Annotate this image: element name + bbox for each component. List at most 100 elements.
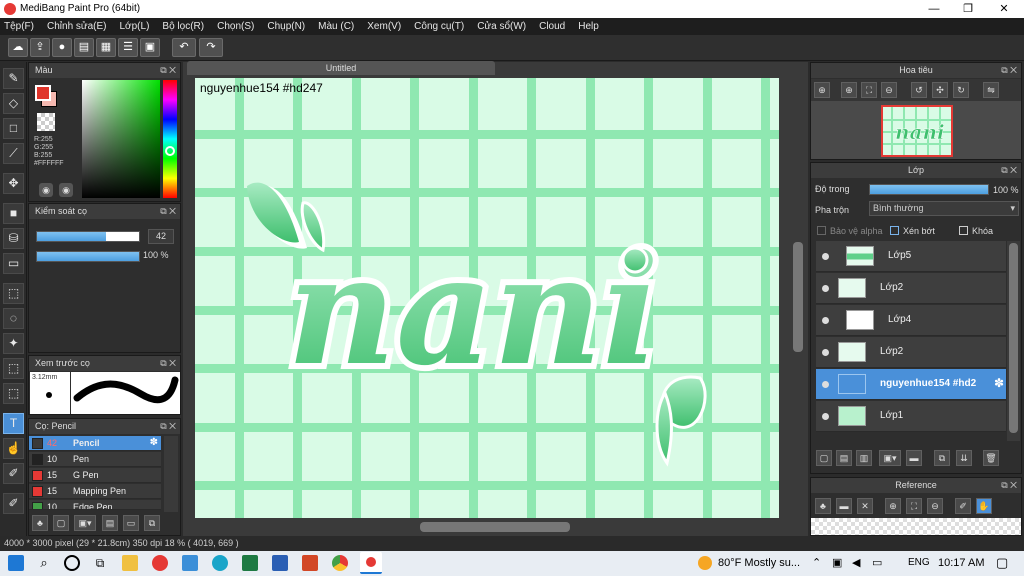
primary-color-swatch[interactable] <box>35 85 51 101</box>
saturation-value-picker[interactable] <box>82 80 160 198</box>
eye-icon[interactable] <box>822 285 829 292</box>
document-tab[interactable]: Untitled <box>187 61 495 75</box>
comment-icon[interactable]: ▤ <box>74 38 94 57</box>
canvas-vscroll-thumb[interactable] <box>793 242 803 352</box>
notification-icon[interactable]: ▢ <box>996 555 1008 571</box>
protect-alpha-checkbox[interactable] <box>817 226 826 235</box>
medibang-taskbar-icon[interactable] <box>360 552 382 574</box>
clipping-checkbox[interactable] <box>890 226 899 235</box>
zoom-in-icon[interactable]: ⊕ <box>814 82 830 98</box>
panel-close-icon[interactable]: ⧉ ✕ <box>1001 478 1017 493</box>
undo-icon[interactable]: ↶ <box>172 38 196 57</box>
menu-color[interactable]: Màu (C) <box>318 18 354 35</box>
chrome-icon[interactable] <box>332 555 348 571</box>
desktop-icon[interactable] <box>182 555 198 571</box>
language-indicator[interactable]: ENG <box>908 557 930 568</box>
brush-item-pen[interactable]: 10 Pen <box>29 452 161 467</box>
new-brush-icon[interactable]: ▢ <box>53 515 69 531</box>
maximize-button[interactable]: ❐ <box>950 0 986 18</box>
layer-row[interactable]: Lớp2 <box>816 337 1006 368</box>
search-icon[interactable]: ⌕ <box>36 555 52 571</box>
brush-tool-icon[interactable]: ✎ <box>3 68 24 89</box>
menu-cloud[interactable]: Cloud <box>539 18 565 35</box>
tray-chevron-icon[interactable]: ⌃ <box>812 556 821 569</box>
tile-icon[interactable]: ▣ <box>140 38 160 57</box>
layer-row[interactable]: Lớp4 <box>816 305 1006 336</box>
panel-close-icon[interactable]: ⧉ ✕ <box>160 204 176 219</box>
fit-icon[interactable]: ⛶ <box>906 498 922 514</box>
edge-icon[interactable] <box>212 555 228 571</box>
move-tool-icon[interactable]: ✥ <box>3 173 24 194</box>
chat-icon[interactable]: ● <box>52 38 72 57</box>
eraser-tool-icon[interactable]: ◇ <box>3 93 24 114</box>
navigator-viewport[interactable]: nani <box>881 105 953 157</box>
eyedropper-icon[interactable]: ✐ <box>955 498 971 514</box>
layer-row[interactable]: Lớp1 <box>816 401 1006 432</box>
menu-window[interactable]: Cửa sổ(W) <box>477 18 526 35</box>
minimize-button[interactable]: — <box>916 0 952 18</box>
eye-icon[interactable] <box>822 349 829 356</box>
battery-icon[interactable]: ▭ <box>872 556 882 569</box>
select-eraser-tool-icon[interactable]: ⬚ <box>3 383 24 404</box>
bucket-tool-icon[interactable]: ⛁ <box>3 228 24 249</box>
eye-icon[interactable] <box>822 381 829 388</box>
menu-snap[interactable]: Chụp(N) <box>267 18 305 35</box>
palette-add-icon[interactable]: ◉ <box>59 183 73 197</box>
layer-row[interactable]: Lớp5 <box>816 241 1006 272</box>
close-reference-icon[interactable]: ✕ <box>857 498 873 514</box>
line-tool-icon[interactable]: ⟋ <box>3 143 24 164</box>
windows-start-icon[interactable] <box>8 555 24 571</box>
brush-copy-icon[interactable]: ▤ <box>102 515 118 531</box>
operation-tool-icon[interactable]: ☝ <box>3 438 24 459</box>
gradient-tool-icon[interactable]: ▭ <box>3 253 24 274</box>
merge-layer-icon[interactable]: ⇊ <box>956 450 972 466</box>
zoom-out-icon[interactable]: ⊖ <box>881 82 897 98</box>
cortana-icon[interactable] <box>64 555 80 571</box>
folder-icon[interactable]: ▬ <box>906 450 922 466</box>
lasso-tool-icon[interactable]: ◌ <box>3 308 24 329</box>
menu-select[interactable]: Chọn(S) <box>217 18 254 35</box>
clock[interactable]: 10:17 AM <box>938 557 984 569</box>
redo-icon[interactable]: ↷ <box>199 38 223 57</box>
add-reference-icon[interactable]: ♣ <box>815 498 831 514</box>
select-pen-tool-icon[interactable]: ⬚ <box>3 358 24 379</box>
menu-view[interactable]: Xem(V) <box>367 18 401 35</box>
fit-icon[interactable]: ⛶ <box>861 82 877 98</box>
brush-add-icon[interactable]: ♣ <box>32 515 48 531</box>
list-icon[interactable]: ☰ <box>118 38 138 57</box>
zoom-out-icon[interactable]: ⊖ <box>927 498 943 514</box>
new-halftone-layer-icon[interactable]: ▤ <box>836 450 852 466</box>
menu-file[interactable]: Tệp(F) <box>4 18 34 35</box>
brush-opacity-slider[interactable] <box>36 251 140 262</box>
brush-item-mapping-pen[interactable]: 15 Mapping Pen <box>29 484 161 499</box>
brush-size-slider[interactable] <box>36 231 140 242</box>
cloud-icon[interactable]: ☁ <box>8 38 28 57</box>
brush-item-g-pen[interactable]: 15 G Pen <box>29 468 161 483</box>
brush-delete-icon[interactable]: ▭ <box>123 515 139 531</box>
palette-icon[interactable]: ◉ <box>39 183 53 197</box>
weather-text[interactable]: 80°F Mostly su... <box>718 557 800 569</box>
drawing-canvas[interactable]: nani nani nguyenhue154 #hd247 <box>195 78 779 518</box>
canvas-horizontal-scrollbar[interactable] <box>185 520 791 534</box>
hand-icon[interactable]: ✋ <box>976 498 992 514</box>
eye-icon[interactable] <box>822 253 829 260</box>
canvas-hscroll-thumb[interactable] <box>420 522 570 532</box>
layer-row[interactable]: Lớp2 <box>816 273 1006 304</box>
duplicate-layer-icon[interactable]: ⧉ <box>934 450 950 466</box>
layer-scroll-thumb[interactable] <box>1009 243 1018 433</box>
trash-icon[interactable]: 🗑 <box>983 450 999 466</box>
rotate-right-icon[interactable]: ↻ <box>953 82 969 98</box>
canvas-vertical-scrollbar[interactable] <box>791 62 805 522</box>
brush-size-value[interactable]: 42 <box>148 229 174 244</box>
panel-close-icon[interactable]: ⧉ ✕ <box>160 356 176 371</box>
fill-rect-tool-icon[interactable]: ■ <box>3 203 24 224</box>
panel-close-icon[interactable]: ⧉ ✕ <box>1001 163 1017 178</box>
upload-icon[interactable]: ⇪ <box>30 38 50 57</box>
rotate-reset-icon[interactable]: ✣ <box>932 82 948 98</box>
brush-list-scrollbar[interactable] <box>164 436 178 512</box>
eye-icon[interactable] <box>822 317 829 324</box>
brush-menu-icon[interactable]: ▣▾ <box>74 515 96 531</box>
rotate-left-icon[interactable]: ↺ <box>911 82 927 98</box>
task-view-icon[interactable]: ⧉ <box>92 555 108 571</box>
zoom-in-icon[interactable]: ⊕ <box>885 498 901 514</box>
